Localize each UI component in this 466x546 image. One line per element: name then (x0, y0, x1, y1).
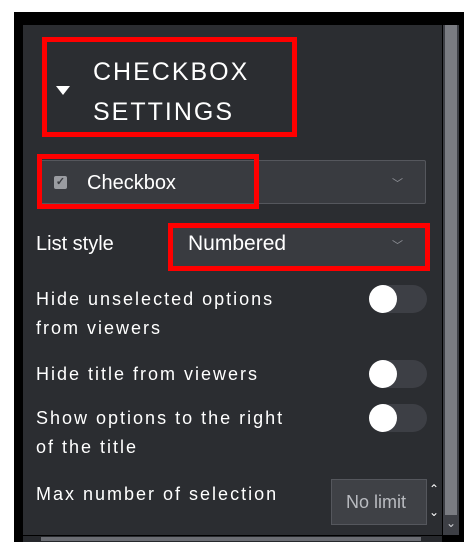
vertical-scrollbar[interactable]: ⌄ (443, 25, 459, 535)
show-options-right-label-line1: Show options to the right (36, 408, 285, 428)
list-style-highlight (168, 223, 430, 271)
hide-unselected-label: Hide unselected options from viewers (36, 285, 274, 343)
list-style-label: List style (36, 233, 114, 255)
toggle-knob (369, 360, 397, 388)
toggle-knob (369, 285, 397, 313)
hide-unselected-label-line2: from viewers (36, 318, 163, 338)
show-options-right-label-line2: of the title (36, 437, 139, 457)
stepper-down-icon[interactable]: ⌄ (429, 506, 439, 518)
horizontal-scrollbar[interactable] (23, 536, 442, 542)
type-select-highlight (37, 154, 259, 209)
chevron-down-icon[interactable]: ﹀ (392, 178, 403, 190)
hide-title-label-line1: Hide title from viewers (36, 364, 260, 384)
max-selection-label: Max number of selection (36, 484, 279, 504)
hide-unselected-label-line1: Hide unselected options (36, 289, 275, 309)
hide-title-label: Hide title from viewers (36, 360, 259, 389)
section-header-highlight (42, 37, 297, 137)
stepper-up-icon[interactable]: ⌃ (429, 483, 439, 495)
hide-title-toggle[interactable] (369, 360, 427, 388)
scroll-down-arrow-icon[interactable]: ⌄ (445, 517, 457, 529)
show-options-right-toggle[interactable] (369, 404, 427, 432)
toggle-knob (369, 404, 397, 432)
horizontal-scrollbar-thumb[interactable] (41, 537, 421, 541)
max-selection-value: No limit (346, 492, 407, 512)
hide-unselected-toggle[interactable] (369, 285, 427, 313)
show-options-right-label: Show options to the right of the title (36, 404, 284, 462)
scrollbar-thumb[interactable] (445, 25, 457, 515)
